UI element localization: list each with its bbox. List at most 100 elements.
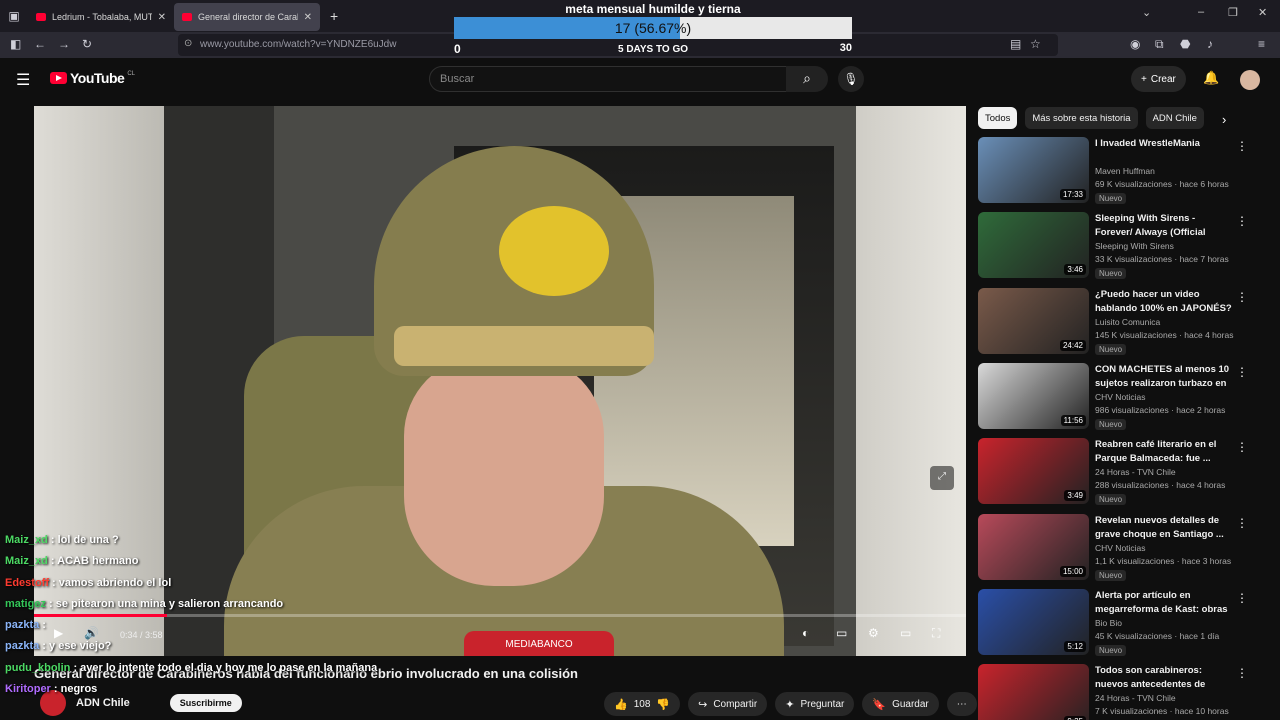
- more-vert-icon[interactable]: ⋮: [1236, 666, 1248, 680]
- video-thumbnail[interactable]: 9:25: [978, 664, 1089, 720]
- recommendation-card[interactable]: 17:33 I Invaded WrestleMania Maven Huffman…: [978, 137, 1268, 205]
- recommendation-channel[interactable]: CHV Noticias: [1095, 543, 1146, 553]
- forward-icon[interactable]: →: [58, 37, 70, 51]
- new-tab-icon[interactable]: +: [330, 8, 338, 24]
- recommendation-title[interactable]: Todos son carabineros: nuevos antecedent…: [1095, 664, 1235, 692]
- ask-button[interactable]: ✦ Preguntar: [775, 692, 855, 716]
- recommendation-title[interactable]: Revelan nuevos detalles de grave choque …: [1095, 514, 1235, 542]
- chat-username: matigez: [5, 597, 46, 610]
- thumbs-down-icon[interactable]: 👎: [656, 698, 670, 711]
- recommendation-title[interactable]: Reabren café literario en el Parque Balm…: [1095, 438, 1235, 466]
- search-placeholder: Buscar: [440, 73, 475, 85]
- youtube-play-logo-icon: [50, 72, 67, 84]
- more-actions-button[interactable]: ⋯: [946, 692, 977, 716]
- settings-gear-icon[interactable]: ⚙: [868, 626, 879, 640]
- recommendation-title[interactable]: CON MACHETES al menos 10 sujetos realiza…: [1095, 363, 1235, 391]
- recommendation-channel[interactable]: 24 Horas - TVN Chile: [1095, 467, 1176, 477]
- site-info-icon[interactable]: ⊙: [184, 38, 192, 49]
- autoplay-toggle-icon[interactable]: ◐: [802, 626, 809, 640]
- create-button[interactable]: + Crear: [1131, 66, 1186, 92]
- browser-tab-active[interactable]: General director de Carabineros ✕: [174, 3, 320, 31]
- filter-chip[interactable]: Todos: [978, 107, 1018, 129]
- recommendation-card[interactable]: 3:49 Reabren café literario en el Parque …: [978, 438, 1268, 506]
- recommendation-title[interactable]: Sleeping With Sirens - Forever/ Always (…: [1095, 212, 1235, 240]
- recommendation-card[interactable]: 11:56 CON MACHETES al menos 10 sujetos re…: [978, 362, 1268, 431]
- account-icon[interactable]: ◉: [1130, 37, 1140, 51]
- new-badge: Nuevo: [1095, 494, 1127, 506]
- chat-message: pazkta : y ese viejo?: [0, 636, 330, 657]
- more-vert-icon[interactable]: ⋮: [1236, 290, 1248, 304]
- subtitles-icon[interactable]: ▭: [836, 626, 847, 640]
- close-tab-icon[interactable]: ✕: [304, 12, 312, 23]
- guide-menu-icon[interactable]: ☰: [16, 70, 30, 90]
- recommendation-stats: 33 K visualizaciones · hace 7 horas: [1095, 254, 1229, 265]
- close-tab-icon[interactable]: ✕: [158, 12, 166, 23]
- user-avatar[interactable]: [1240, 70, 1260, 90]
- recommendation-card[interactable]: 3:46 Sleeping With Sirens - Forever/ Alwa…: [978, 212, 1268, 280]
- theater-mode-icon[interactable]: ▭: [900, 626, 911, 640]
- reader-mode-icon[interactable]: ▤: [1010, 37, 1021, 51]
- video-thumbnail[interactable]: 15:00: [978, 513, 1089, 580]
- extensions-icon[interactable]: ⧉: [1155, 37, 1164, 52]
- tab-list-icon[interactable]: ▣: [0, 9, 28, 23]
- recommendation-channel[interactable]: CHV Noticias: [1095, 392, 1146, 402]
- video-thumbnail[interactable]: 17:33: [978, 137, 1089, 203]
- bookmark-icon: 🔖: [872, 698, 887, 711]
- recommendation-channel[interactable]: 24 Horas - TVN Chile: [1095, 693, 1176, 703]
- video-thumbnail[interactable]: 24:42: [978, 287, 1089, 354]
- reload-icon[interactable]: ↻: [82, 37, 92, 51]
- recommendation-card[interactable]: 24:42 ¿Puedo hacer un video hablando 100%…: [978, 287, 1268, 356]
- filter-chip[interactable]: ADN Chile: [1145, 107, 1204, 129]
- recommendation-channel[interactable]: Sleeping With Sirens: [1095, 241, 1174, 251]
- recommendation-title[interactable]: ¿Puedo hacer un video hablando 100% en J…: [1095, 288, 1235, 316]
- sidebar-toggle-icon[interactable]: ◧: [10, 37, 21, 51]
- video-duration: 11:56: [1060, 414, 1086, 426]
- more-vert-icon[interactable]: ⋮: [1236, 139, 1248, 153]
- video-duration: 9:25: [1064, 716, 1086, 720]
- more-vert-icon[interactable]: ⋮: [1236, 516, 1248, 530]
- youtube-logo[interactable]: YouTube CL: [50, 70, 135, 86]
- miniplayer-icon[interactable]: ⤢: [930, 466, 954, 490]
- more-vert-icon[interactable]: ⋮: [1236, 440, 1248, 454]
- recommendation-card[interactable]: 15:00 Revelan nuevos detalles de grave ch…: [978, 513, 1268, 582]
- recommendation-card[interactable]: 9:25 Todos son carabineros: nuevos antece…: [978, 664, 1268, 720]
- filter-chip[interactable]: Más sobre esta historia: [1025, 107, 1138, 129]
- goal-days-left: 5 DAYS TO GO: [617, 44, 689, 55]
- browser-menu-icon[interactable]: ≡: [1258, 37, 1265, 51]
- like-button[interactable]: 👍 108 👎: [604, 692, 681, 716]
- more-vert-icon[interactable]: ⋮: [1236, 591, 1248, 605]
- video-thumbnail[interactable]: 11:56: [978, 362, 1089, 429]
- recommendation-channel[interactable]: Maven Huffman: [1095, 166, 1155, 176]
- recommendation-channel[interactable]: Luisito Comunica: [1095, 317, 1160, 327]
- video-thumbnail[interactable]: 3:46: [978, 212, 1089, 279]
- browser-tab-ledrium[interactable]: Ledrium - Tobalaba, MUT, Av. P ✕: [28, 3, 174, 31]
- tab-overflow-icon[interactable]: ⌄: [1142, 6, 1151, 19]
- recommendation-card[interactable]: 5:12 Alerta por artículo en megarreforma …: [978, 588, 1268, 657]
- search-button[interactable]: ⌕: [786, 66, 828, 92]
- recommendation-title[interactable]: I Invaded WrestleMania: [1095, 137, 1235, 151]
- share-button[interactable]: ↪ Compartir: [688, 692, 768, 716]
- chevron-right-icon[interactable]: ›: [1222, 112, 1226, 127]
- extension-badge-icon[interactable]: ⬣: [1180, 37, 1190, 51]
- recommendation-channel[interactable]: Bio Bio: [1095, 618, 1122, 628]
- related-filter-chips: Todos Más sobre esta historia ADN Chile: [978, 107, 1204, 129]
- audio-icon[interactable]: ♪: [1207, 37, 1213, 51]
- recommendation-title[interactable]: Alerta por artículo en megarreforma de K…: [1095, 589, 1235, 617]
- maximize-icon[interactable]: ❐: [1228, 6, 1238, 19]
- video-thumbnail[interactable]: 3:49: [978, 438, 1089, 505]
- minimize-icon[interactable]: –: [1198, 6, 1204, 18]
- plus-icon: +: [1141, 73, 1147, 85]
- notifications-bell-icon[interactable]: 🔔: [1203, 70, 1219, 86]
- back-icon[interactable]: ←: [34, 37, 46, 51]
- search-input[interactable]: Buscar: [429, 66, 787, 92]
- bookmark-star-icon[interactable]: ☆: [1030, 37, 1041, 51]
- recommendation-stats: 7 K visualizaciones · hace 10 horas: [1095, 706, 1229, 717]
- more-vert-icon[interactable]: ⋮: [1236, 365, 1248, 379]
- more-vert-icon[interactable]: ⋮: [1236, 214, 1248, 228]
- close-window-icon[interactable]: ✕: [1258, 6, 1267, 19]
- stream-goal-overlay: meta mensual humilde y tierna 17 (56.67%…: [452, 0, 854, 58]
- fullscreen-icon[interactable]: ⛶: [932, 626, 940, 641]
- video-thumbnail[interactable]: 5:12: [978, 588, 1089, 655]
- save-button[interactable]: 🔖 Guardar: [862, 692, 939, 716]
- voice-search-button[interactable]: 🎙: [838, 66, 864, 92]
